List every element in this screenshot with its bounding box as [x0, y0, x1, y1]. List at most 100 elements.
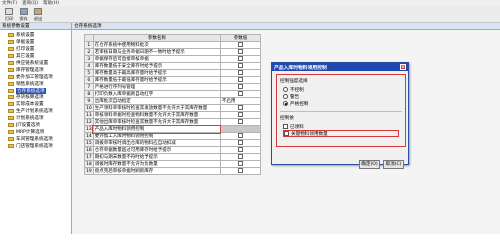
table-row[interactable]: 17 期初与期末数量不符时给予提示	[84, 153, 262, 161]
dialog-title: 产品入库时物料领用控制	[274, 65, 327, 71]
table-row[interactable]: 4 库存数量低于安全库存时给予提示	[84, 62, 262, 70]
parameter-checkbox[interactable]	[238, 56, 243, 61]
tree-item[interactable]: 存货核算选项	[3, 94, 71, 101]
save-button[interactable]: 保存	[19, 8, 28, 22]
parameter-value[interactable]	[219, 125, 262, 133]
table-row[interactable]: 7 严格进行序列号管理	[84, 83, 262, 91]
parameter-value[interactable]: 不启用	[219, 97, 262, 105]
tree-item[interactable]: 生产计划系统选项	[3, 108, 71, 115]
parameter-checkbox[interactable]	[238, 84, 243, 89]
dialog-body: 控制强度选择 不控制 警告 严格控制 控制依 已领料 关键物料领用数量 确定(O) 取…	[272, 71, 408, 169]
parameter-value-cell[interactable]	[219, 139, 262, 147]
row-number: 8	[84, 90, 94, 98]
parameter-value-cell[interactable]	[219, 132, 262, 140]
close-icon[interactable]: ×	[400, 64, 406, 70]
parameter-value-cell[interactable]	[219, 69, 262, 77]
control-basis-option[interactable]: 关键物料领用数量	[283, 130, 399, 137]
tree-item[interactable]: 仓存系统选项	[3, 87, 71, 94]
parameter-checkbox[interactable]	[238, 133, 243, 138]
parameter-value-cell[interactable]	[219, 160, 262, 168]
toolbar: 打印 保存 退出	[0, 6, 500, 23]
table-row[interactable]: 9 出库批次自动指定 不启用	[84, 97, 262, 105]
parameter-checkbox[interactable]	[238, 140, 243, 145]
control-strength-option[interactable]: 警告	[283, 93, 402, 100]
folder-icon	[8, 40, 14, 45]
parameter-value-cell[interactable]	[219, 55, 262, 63]
table-row[interactable]: 11 审核领料单据时检查物料数量不允许大于其库存数量	[84, 111, 262, 119]
print-button[interactable]: 打印	[5, 8, 13, 22]
parameter-value-cell[interactable]	[219, 111, 262, 119]
parameter-value-cell[interactable]	[219, 41, 262, 49]
tree-item[interactable]: 其它设置	[3, 53, 71, 60]
parameter-checkbox[interactable]	[238, 105, 243, 110]
parameter-value-cell[interactable]	[219, 167, 262, 175]
tree-item[interactable]: 销售系统选项	[3, 80, 71, 87]
radio-button[interactable]	[283, 94, 288, 99]
parameter-value-cell[interactable]	[219, 104, 262, 112]
tree-item[interactable]: JIT设置选项	[3, 122, 71, 129]
table-row[interactable]: 3 单据保存后可直接审核单据	[84, 55, 262, 63]
parameter-value-cell[interactable]	[219, 62, 262, 70]
checkbox[interactable]	[283, 124, 288, 129]
parameter-value-cell[interactable]	[219, 48, 262, 56]
tree-item[interactable]: 实际成本设置	[3, 101, 71, 108]
row-number: 15	[84, 139, 94, 147]
table-row[interactable]: 6 库存数量低于最低库存量时给予提示	[84, 76, 262, 84]
parameter-checkbox[interactable]	[238, 119, 243, 124]
table-row[interactable]: 12 其他出库单审核时检查其数量不允许大于其库存数量	[84, 118, 262, 126]
parameter-checkbox[interactable]	[238, 91, 243, 96]
radio-button[interactable]	[283, 87, 288, 92]
tree-item[interactable]: 计划系统选项	[3, 115, 71, 122]
table-row[interactable]: 14 委外加工入库时物料领用控制	[84, 132, 262, 140]
ok-button[interactable]: 确定(O)	[359, 160, 380, 169]
table-row[interactable]: 16 仓存单据数量超过可用库存时给予提示	[84, 146, 262, 154]
parameter-value-cell[interactable]	[219, 83, 262, 91]
tree-item[interactable]: 车间管理系统选项	[3, 135, 71, 142]
control-strength-option[interactable]: 严格控制	[283, 100, 402, 107]
parameter-checkbox[interactable]	[238, 42, 243, 47]
tree-item[interactable]: 单据设置	[3, 39, 71, 46]
parameter-checkbox[interactable]	[238, 161, 243, 166]
table-row[interactable]: 19 盘点完后审核单据时刷新库存	[84, 167, 262, 175]
parameter-checkbox[interactable]	[238, 77, 243, 82]
control-basis-option[interactable]: 已领料	[283, 123, 402, 130]
table-row[interactable]: 5 库存数量高于最高库存量时给予提示	[84, 69, 262, 77]
parameter-checkbox[interactable]	[238, 112, 243, 117]
row-number: 4	[84, 62, 94, 70]
parameter-checkbox[interactable]	[238, 147, 243, 152]
tree-item[interactable]: 门店管理系统选项	[3, 142, 71, 149]
tree-item[interactable]: 委外加工管理选项	[3, 73, 71, 80]
cancel-button[interactable]: 取消(C)	[383, 160, 404, 169]
table-row[interactable]: 15 调拨单审核时调出仓库的物料应自动扣减	[84, 139, 262, 147]
parameter-value-cell[interactable]	[219, 90, 262, 98]
tree-item[interactable]: 打印设置	[3, 46, 71, 53]
control-strength-group: 控制强度选择 不控制 警告 严格控制	[280, 78, 402, 107]
radio-button[interactable]	[283, 101, 288, 106]
parameter-checkbox[interactable]	[238, 49, 243, 54]
checkbox-label: 关键物料领用数量	[291, 131, 328, 137]
table-row[interactable]: 1 在仓存系统中使用物料批次	[84, 41, 262, 49]
parameter-value-cell[interactable]	[219, 146, 262, 154]
parameter-value-cell[interactable]	[219, 153, 262, 161]
control-strength-option[interactable]: 不控制	[283, 86, 402, 93]
dialog-title-bar[interactable]: 产品入库时物料领用控制 ×	[272, 63, 408, 71]
parameter-value-cell[interactable]	[219, 76, 262, 84]
tree-item[interactable]: 库存管理选项	[3, 66, 71, 73]
parameter-checkbox[interactable]	[238, 63, 243, 68]
parameter-value-cell[interactable]	[219, 118, 262, 126]
parameter-checkbox[interactable]	[238, 70, 243, 75]
tree-item[interactable]: 供应链系统设置	[3, 60, 71, 67]
parameter-checkbox[interactable]	[238, 154, 243, 159]
table-row[interactable]: 10 生产领料单审核时检查其发放数量不允许大于其库存数量	[84, 104, 262, 112]
exit-button[interactable]: 退出	[34, 8, 42, 22]
tree-item[interactable]: 系统设置	[3, 32, 71, 39]
tree-item[interactable]: MRP计算选项	[3, 128, 71, 135]
table-row[interactable]: 8 打印负数入库单据则自动红字	[84, 90, 262, 98]
table-row[interactable]: 2 若审核日期与业务单据日期不一致时给予提示	[84, 48, 262, 56]
table-row[interactable]: 13 产品入库时物料领用控制	[84, 124, 262, 134]
row-number: 12	[84, 118, 94, 126]
parameter-checkbox[interactable]	[238, 168, 243, 173]
checkbox[interactable]	[284, 131, 289, 136]
table-row[interactable]: 18 调拨时库存数量不允许为负数量	[84, 160, 262, 168]
folder-icon	[8, 143, 14, 148]
